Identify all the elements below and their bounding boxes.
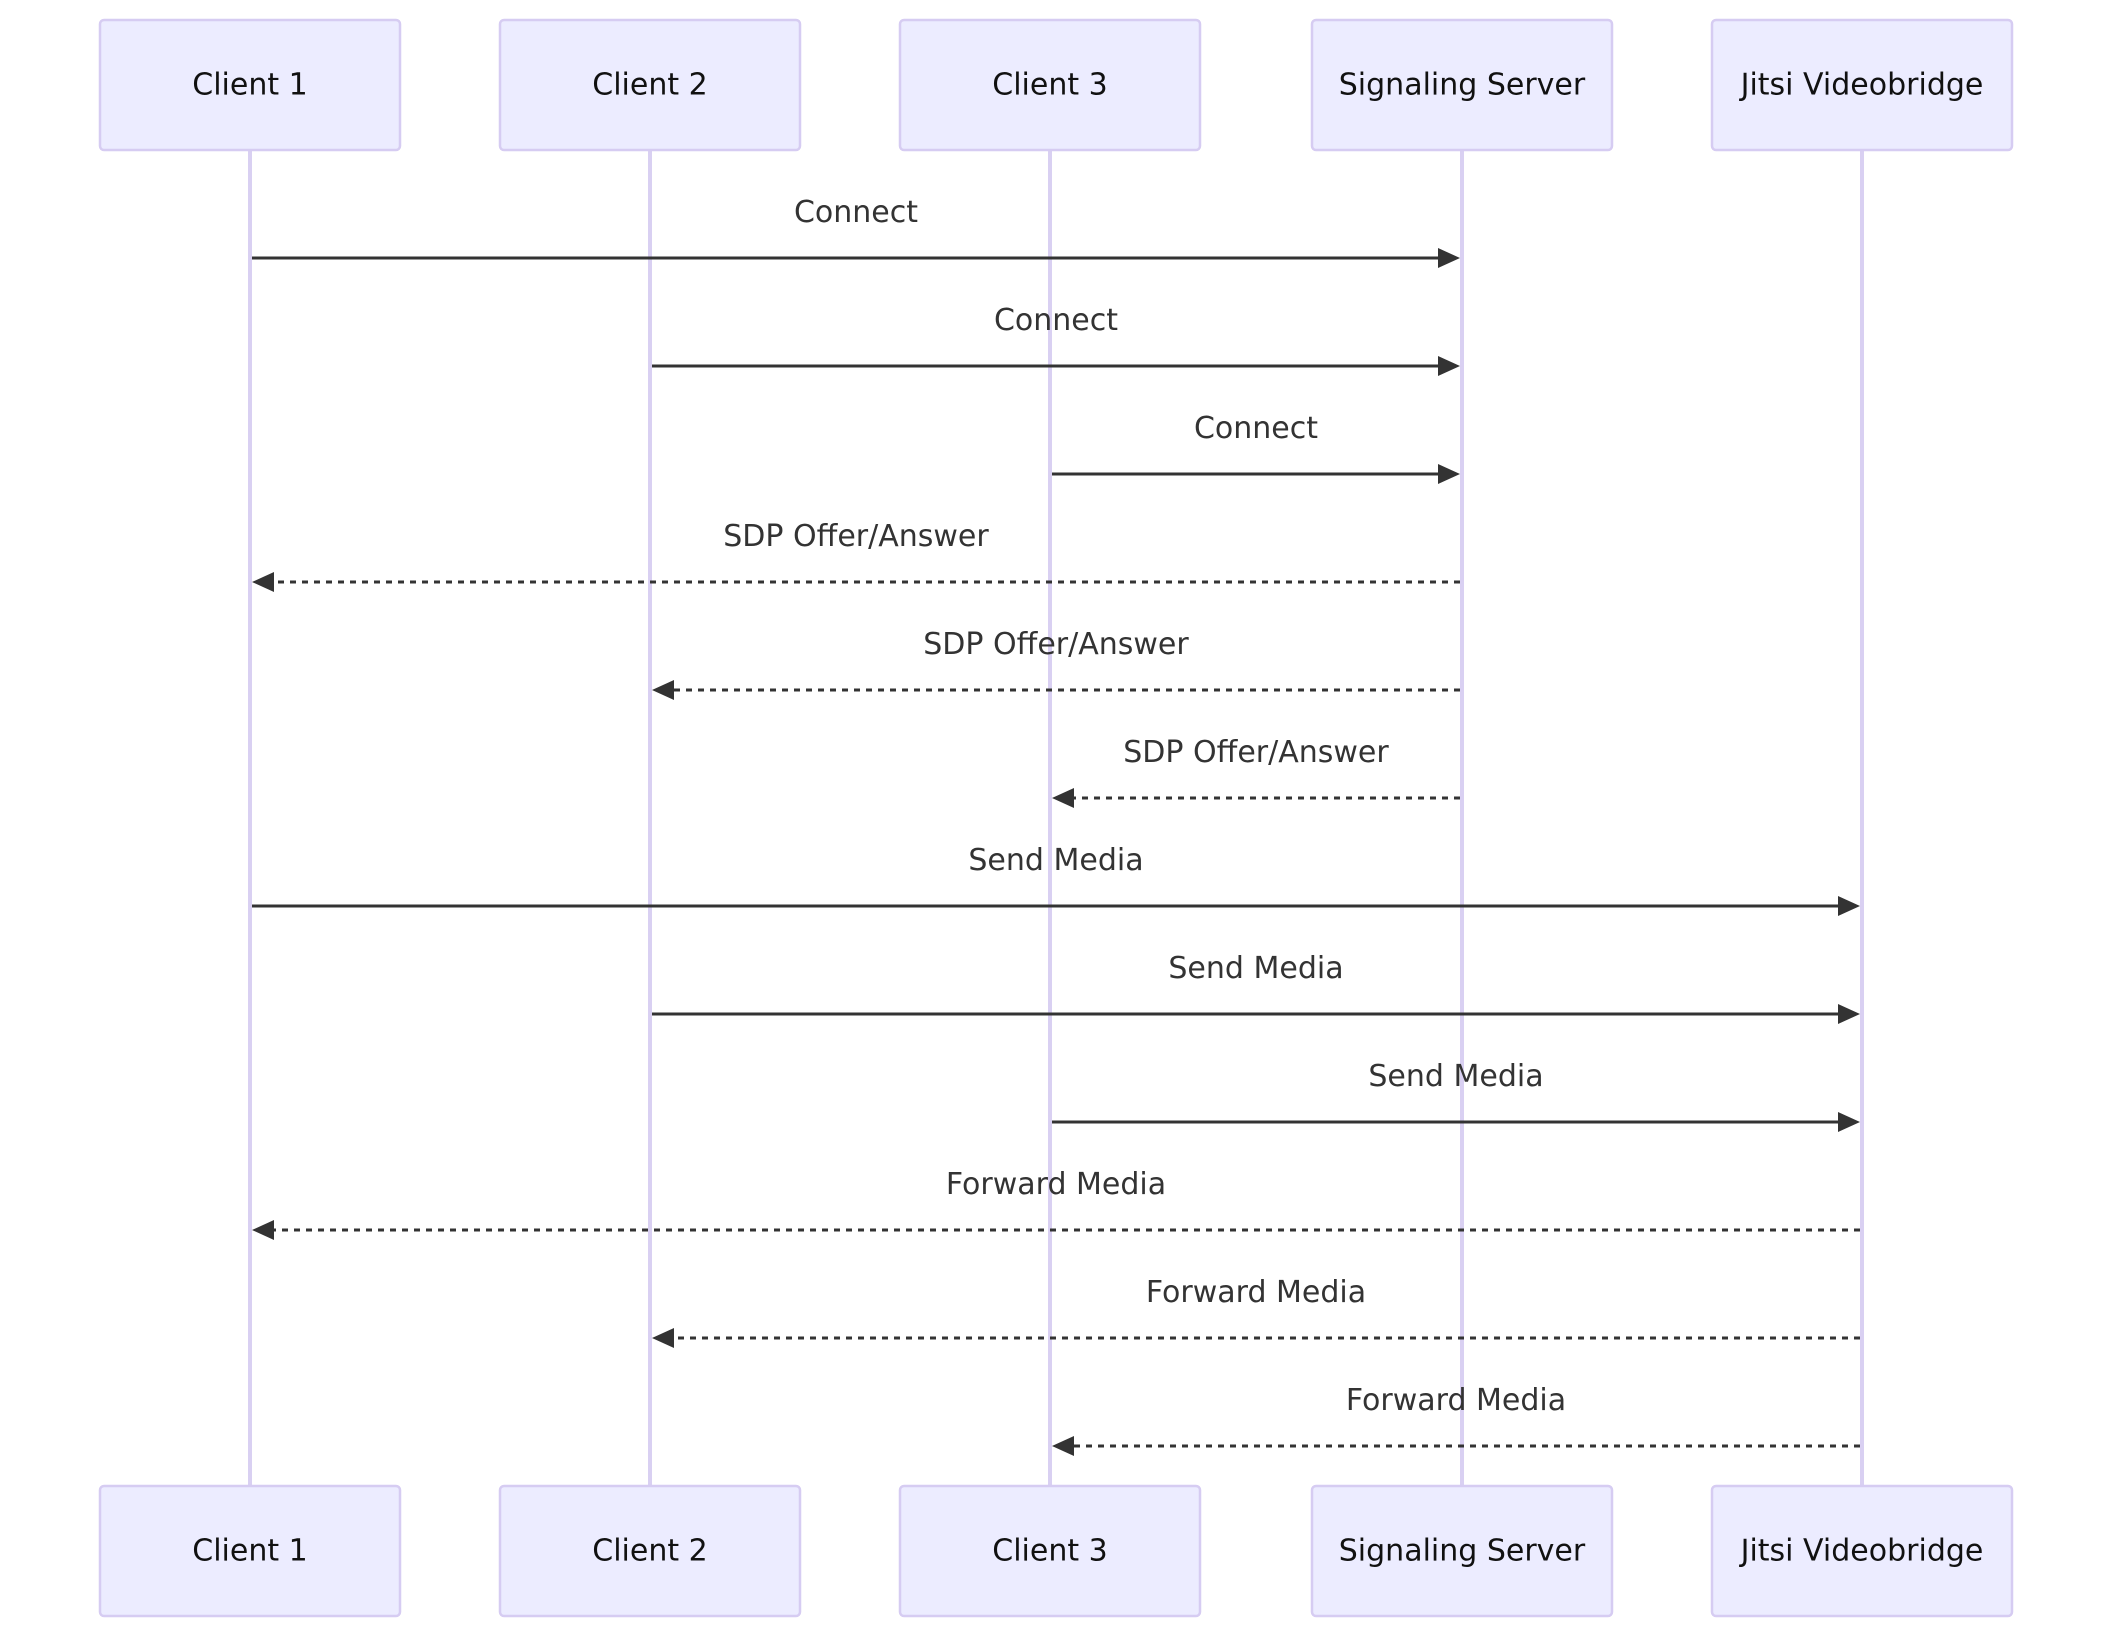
message-label: SDP Offer/Answer: [723, 519, 989, 554]
arrowhead-icon: [252, 572, 274, 592]
message-label: Send Media: [1368, 1059, 1543, 1094]
message-12: Forward Media: [1052, 1383, 1860, 1456]
messages: Connect Connect Connect SDP Offer/Answer SDP…: [252, 195, 1860, 1456]
arrowhead-icon: [1438, 248, 1460, 268]
actor-signaling-top[interactable]: Signaling Server: [1310, 18, 1614, 152]
actor-label: Signaling Server: [1339, 1534, 1586, 1569]
message-label: Send Media: [1168, 951, 1343, 986]
actor-jvb-bottom[interactable]: Jitsi Videobridge: [1710, 1484, 2014, 1618]
message-3: Connect: [1052, 411, 1460, 484]
message-10: Forward Media: [252, 1167, 1860, 1240]
message-4: SDP Offer/Answer: [252, 519, 1460, 592]
sequence-diagram: Connect Connect Connect SDP Offer/Answer SDP…: [0, 0, 2112, 1638]
actor-label: Client 1: [192, 1534, 307, 1569]
message-2: Connect: [652, 303, 1460, 376]
message-label: SDP Offer/Answer: [1123, 735, 1389, 770]
arrowhead-icon: [252, 1220, 274, 1240]
arrowhead-icon: [1052, 788, 1074, 808]
actor-client3-top[interactable]: Client 3: [898, 18, 1202, 152]
message-7: Send Media: [252, 843, 1860, 916]
message-5: SDP Offer/Answer: [652, 627, 1460, 700]
actor-jvb-top[interactable]: Jitsi Videobridge: [1710, 18, 2014, 152]
message-label: SDP Offer/Answer: [923, 627, 1189, 662]
message-label: Connect: [1194, 411, 1318, 446]
actor-label: Jitsi Videobridge: [1739, 68, 1984, 103]
actors-bottom: Client 1 Client 2 Client 3 Signaling Server…: [98, 1484, 2014, 1618]
message-9: Send Media: [1052, 1059, 1860, 1132]
actor-client1-bottom[interactable]: Client 1: [98, 1484, 402, 1618]
arrowhead-icon: [1438, 356, 1460, 376]
actor-signaling-bottom[interactable]: Signaling Server: [1310, 1484, 1614, 1618]
message-1: Connect: [252, 195, 1460, 268]
actor-label: Jitsi Videobridge: [1739, 1534, 1984, 1569]
lifelines: [248, 150, 1864, 1486]
arrowhead-icon: [1052, 1436, 1074, 1456]
message-label: Connect: [794, 195, 918, 230]
message-label: Connect: [994, 303, 1118, 338]
actor-label: Client 3: [992, 1534, 1107, 1569]
actor-label: Client 2: [592, 1534, 707, 1569]
actor-client2-top[interactable]: Client 2: [498, 18, 802, 152]
arrowhead-icon: [652, 1328, 674, 1348]
actor-label: Client 1: [192, 68, 307, 103]
arrowhead-icon: [1838, 1112, 1860, 1132]
actor-label: Client 3: [992, 68, 1107, 103]
sequence-diagram-canvas: Connect Connect Connect SDP Offer/Answer SDP…: [98, 18, 2014, 1618]
actor-label: Signaling Server: [1339, 68, 1586, 103]
arrowhead-icon: [1838, 1004, 1860, 1024]
message-label: Forward Media: [946, 1167, 1166, 1202]
actor-client2-bottom[interactable]: Client 2: [498, 1484, 802, 1618]
message-8: Send Media: [652, 951, 1860, 1024]
actor-label: Client 2: [592, 68, 707, 103]
message-label: Forward Media: [1146, 1275, 1366, 1310]
message-label: Forward Media: [1346, 1383, 1566, 1418]
arrowhead-icon: [652, 680, 674, 700]
message-label: Send Media: [968, 843, 1143, 878]
actors-top: Client 1 Client 2 Client 3 Signaling Server…: [98, 18, 2014, 152]
message-6: SDP Offer/Answer: [1052, 735, 1460, 808]
actor-client3-bottom[interactable]: Client 3: [898, 1484, 1202, 1618]
actor-client1-top[interactable]: Client 1: [98, 18, 402, 152]
message-11: Forward Media: [652, 1275, 1860, 1348]
arrowhead-icon: [1438, 464, 1460, 484]
arrowhead-icon: [1838, 896, 1860, 916]
